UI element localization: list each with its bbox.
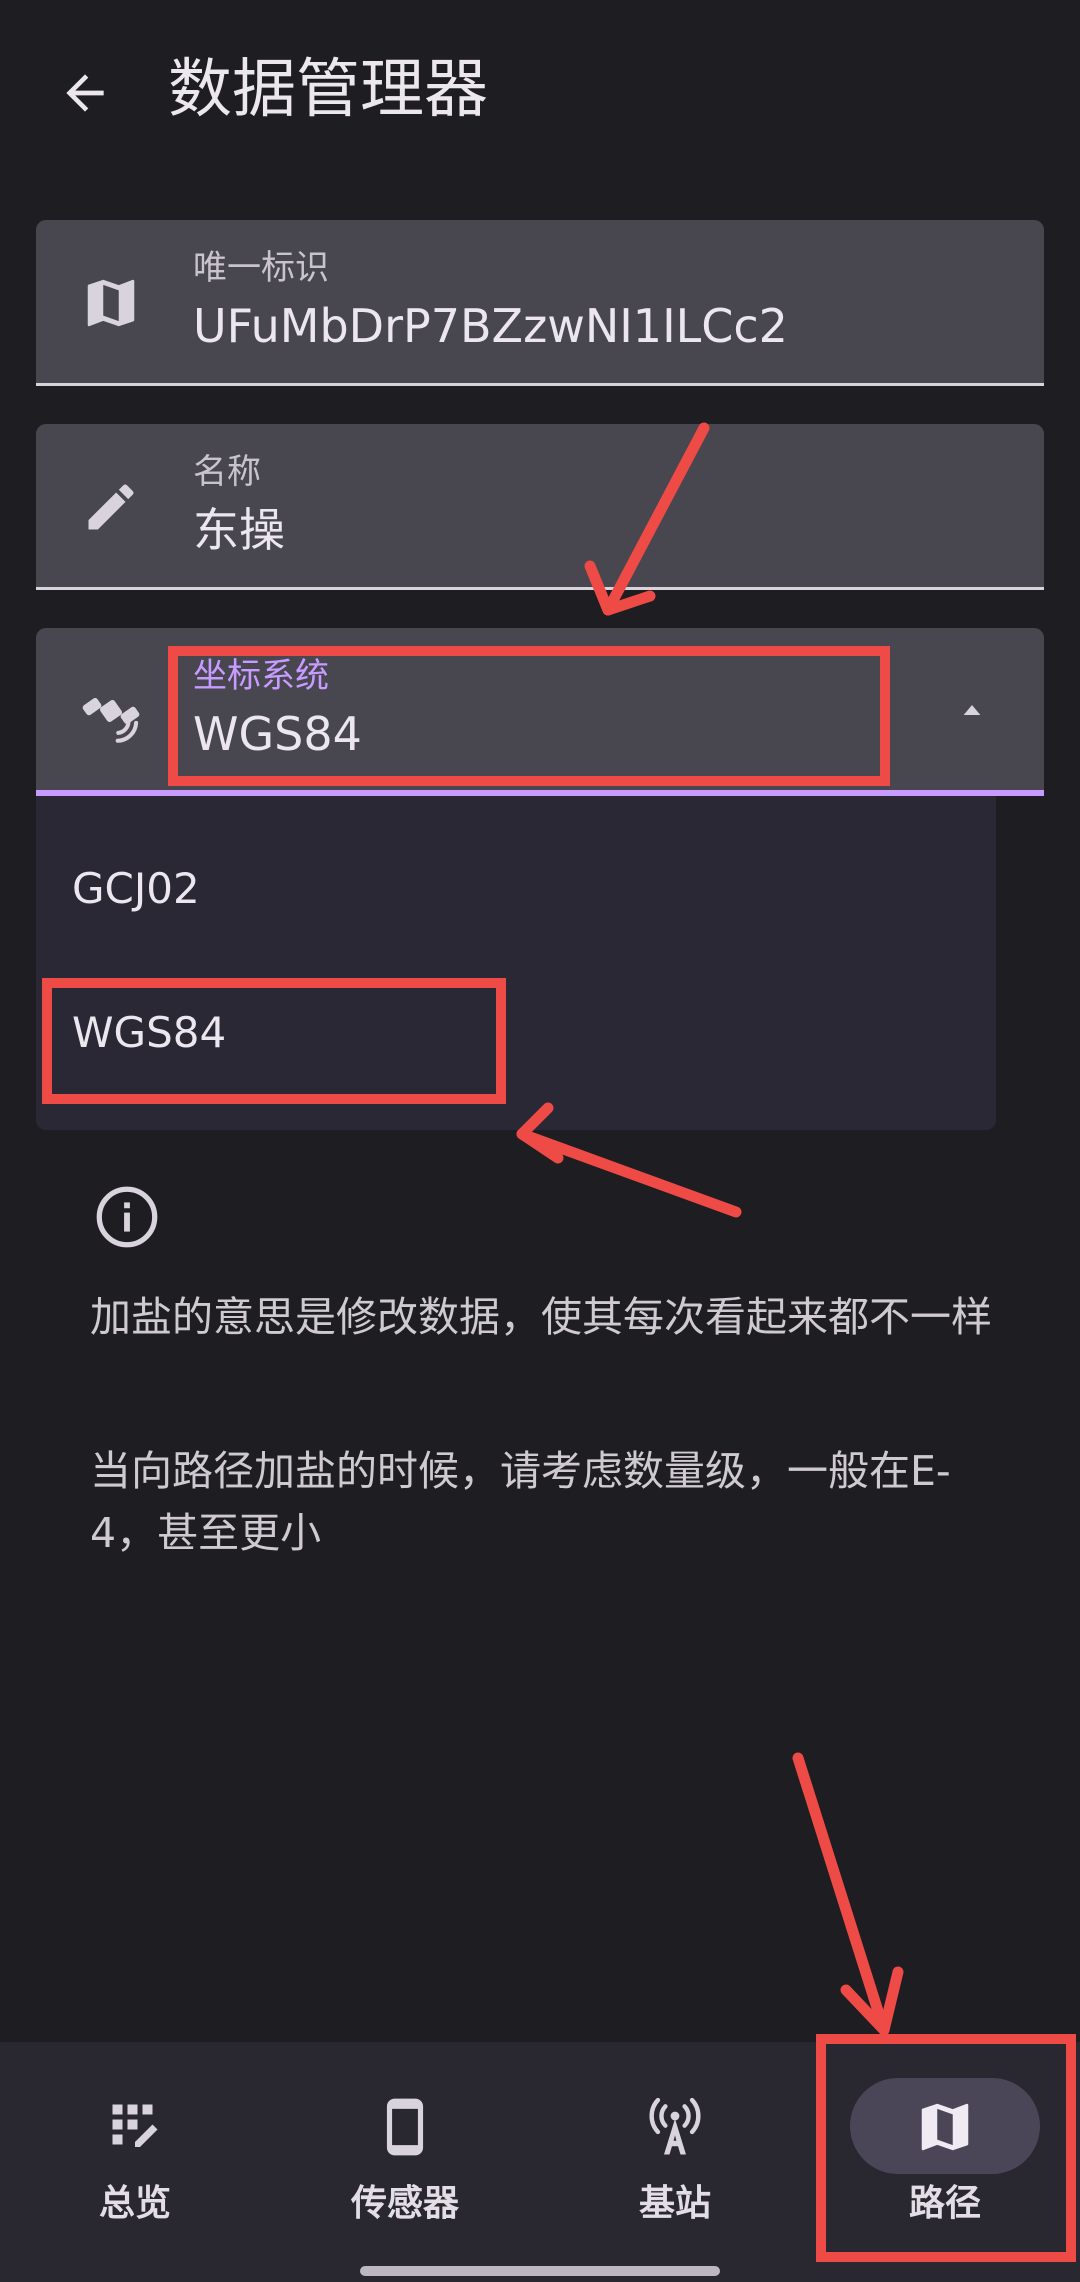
annotation-arrows bbox=[516, 422, 904, 2036]
annotation-arrow-1 bbox=[602, 422, 710, 616]
annotation-arrow-2-head bbox=[516, 1102, 564, 1164]
annotation-arrow-2 bbox=[516, 1128, 742, 1218]
